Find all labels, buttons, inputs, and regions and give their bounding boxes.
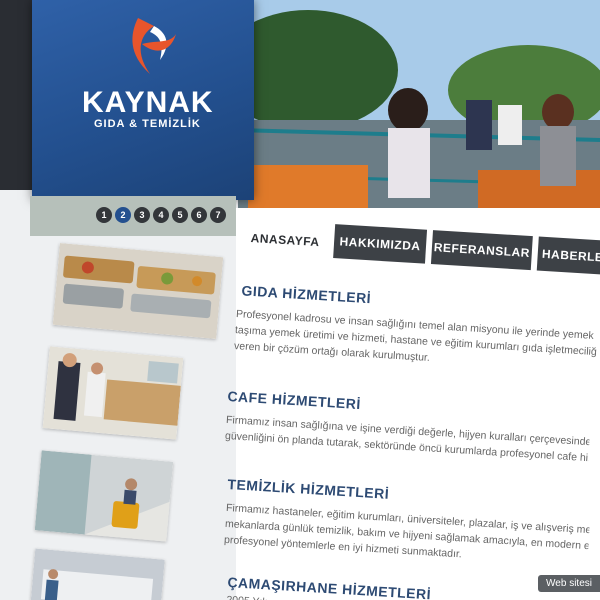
brand-name: KAYNAK bbox=[82, 86, 214, 119]
cleaning-image bbox=[34, 450, 174, 542]
cafe-image bbox=[42, 346, 184, 440]
hero-photo bbox=[238, 0, 600, 230]
section-camasirhane: ÇAMAŞIRHANE HİZMETLERİ 2005 Yılı bbox=[226, 574, 591, 600]
pager-dot[interactable]: 6 bbox=[191, 207, 207, 223]
website-badge[interactable]: Web sitesi bbox=[538, 575, 600, 592]
section-temizlik: TEMİZLİK HİZMETLERİ Firmamız hastaneler,… bbox=[224, 476, 592, 570]
logo-mark-icon bbox=[132, 18, 176, 74]
pager-dot[interactable]: 5 bbox=[172, 207, 188, 223]
pager-dots: 1 2 3 4 5 6 7 bbox=[96, 207, 226, 223]
nav-tabs: ANASAYFA HAKKIMIZDA REFERANSLAR HABERLE bbox=[233, 208, 600, 276]
page: KAYNAK GIDA & TEMİZLİK 1 2 3 4 5 6 7 ANA… bbox=[0, 0, 600, 600]
brand-subtitle: GIDA & TEMİZLİK bbox=[94, 118, 201, 130]
slider-pager: 1 2 3 4 5 6 7 bbox=[30, 196, 236, 236]
tab-hakkimizda[interactable]: HAKKIMIZDA bbox=[333, 224, 428, 264]
pager-dot[interactable]: 3 bbox=[134, 207, 150, 223]
pager-dot[interactable]: 1 bbox=[96, 207, 112, 223]
logo-panel: KAYNAK GIDA & TEMİZLİK bbox=[32, 0, 254, 200]
thumbnail-cafe[interactable] bbox=[42, 346, 184, 440]
hero-image bbox=[238, 0, 600, 230]
section-gida: GIDA HİZMETLERİ Profesyonel kadrosu ve i… bbox=[232, 282, 600, 376]
food-image bbox=[52, 243, 224, 339]
section-cafe: CAFE HİZMETLERİ Firmamız insan sağlığına… bbox=[225, 388, 592, 466]
thumbnail-cleaning[interactable] bbox=[34, 450, 174, 542]
pager-dot[interactable]: 4 bbox=[153, 207, 169, 223]
tab-anasayfa[interactable]: ANASAYFA bbox=[241, 218, 330, 260]
thumbnail-food[interactable] bbox=[52, 243, 224, 339]
tab-haberler[interactable]: HABERLE bbox=[536, 236, 600, 275]
main-content: ANASAYFA HAKKIMIZDA REFERANSLAR HABERLE … bbox=[224, 208, 600, 600]
tab-referanslar[interactable]: REFERANSLAR bbox=[430, 230, 533, 271]
pager-dot[interactable]: 7 bbox=[210, 207, 226, 223]
pager-dot-active[interactable]: 2 bbox=[115, 207, 131, 223]
